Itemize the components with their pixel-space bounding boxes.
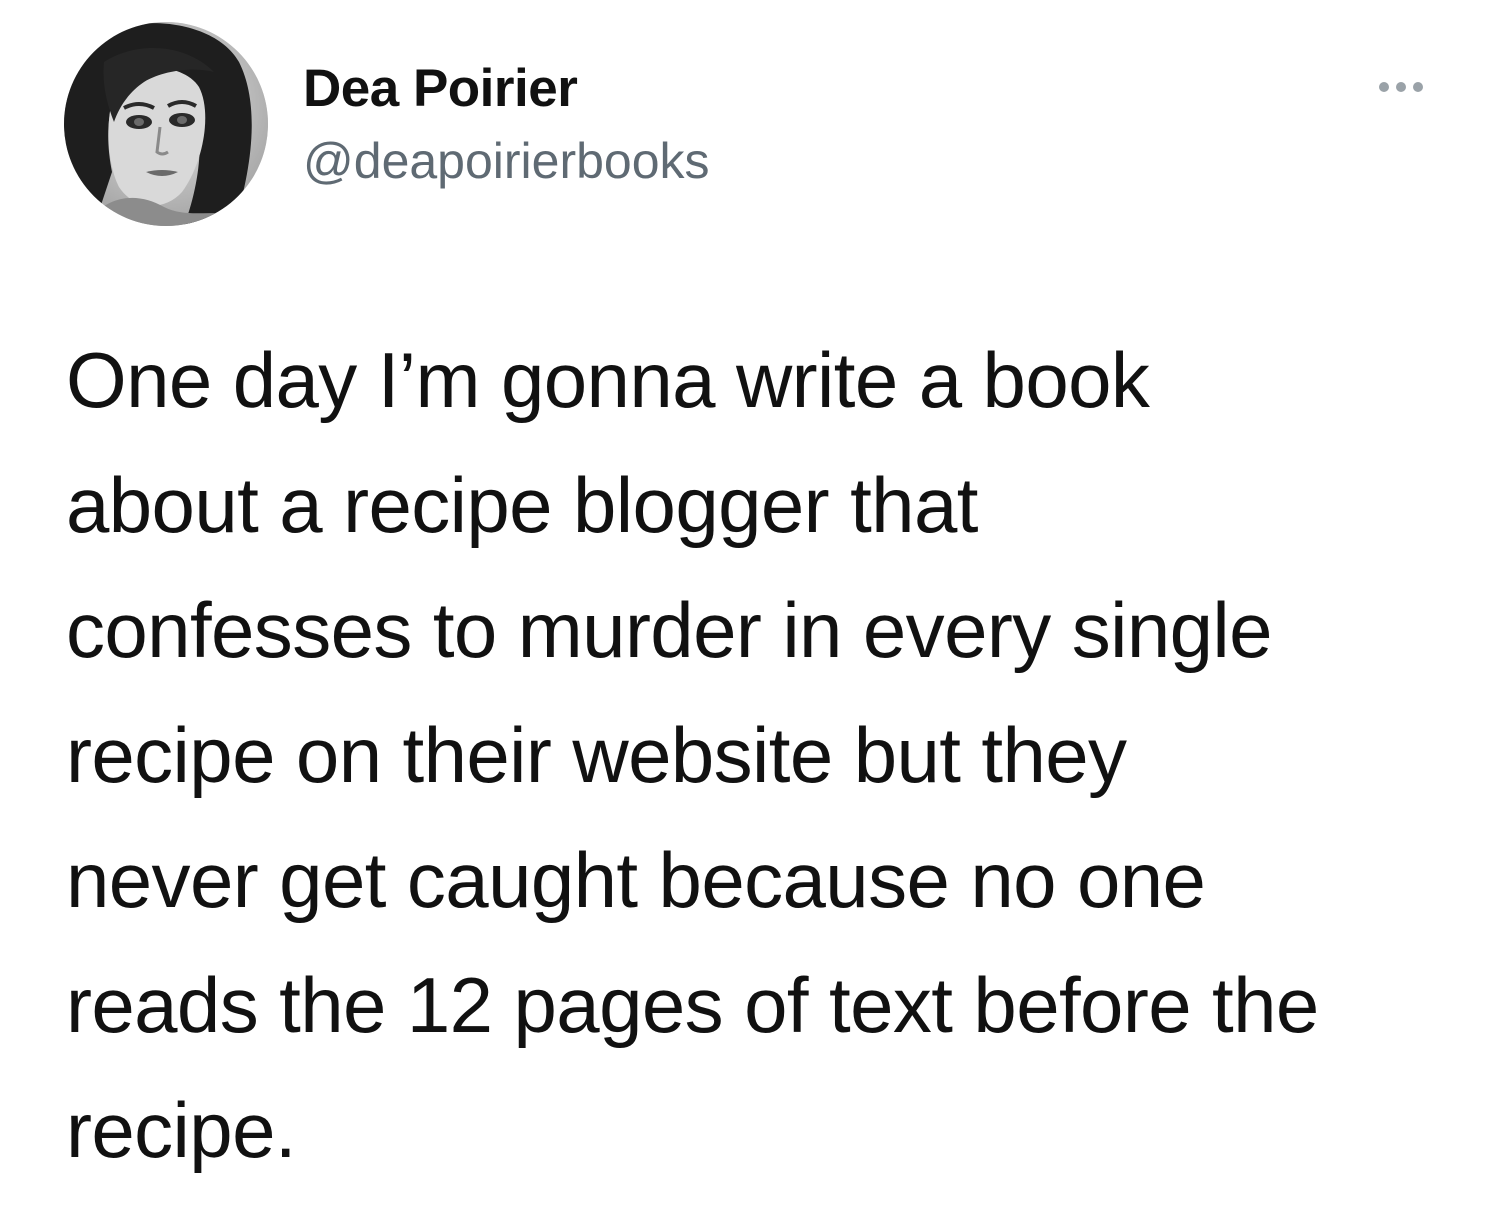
tweet-text-line: One day I’m gonna write a book <box>66 336 1150 424</box>
more-options-icon <box>1396 82 1406 92</box>
profile-photo-icon <box>64 22 268 226</box>
tweet-text-line: reads the 12 pages of text before the <box>66 961 1319 1049</box>
tweet-text-line: confesses to murder in every single <box>66 586 1273 674</box>
tweet-text: One day I’m gonna write a book about a r… <box>66 318 1466 1193</box>
tweet-text-line: never get caught because no one <box>66 836 1206 924</box>
more-options-icon <box>1379 82 1389 92</box>
tweet-text-line: recipe. <box>66 1086 297 1174</box>
tweet-text-line: recipe on their website but they <box>66 711 1127 799</box>
author-handle[interactable]: @deapoirierbooks <box>303 132 710 190</box>
tweet-text-line: about a recipe blogger that <box>66 461 978 549</box>
more-options-icon <box>1413 82 1423 92</box>
author-display-name[interactable]: Dea Poirier <box>303 58 578 119</box>
more-options-button[interactable] <box>1366 70 1436 104</box>
tweet-card: Dea Poirier @deapoirierbooks One day I’m… <box>0 0 1500 1228</box>
avatar[interactable] <box>64 22 268 226</box>
